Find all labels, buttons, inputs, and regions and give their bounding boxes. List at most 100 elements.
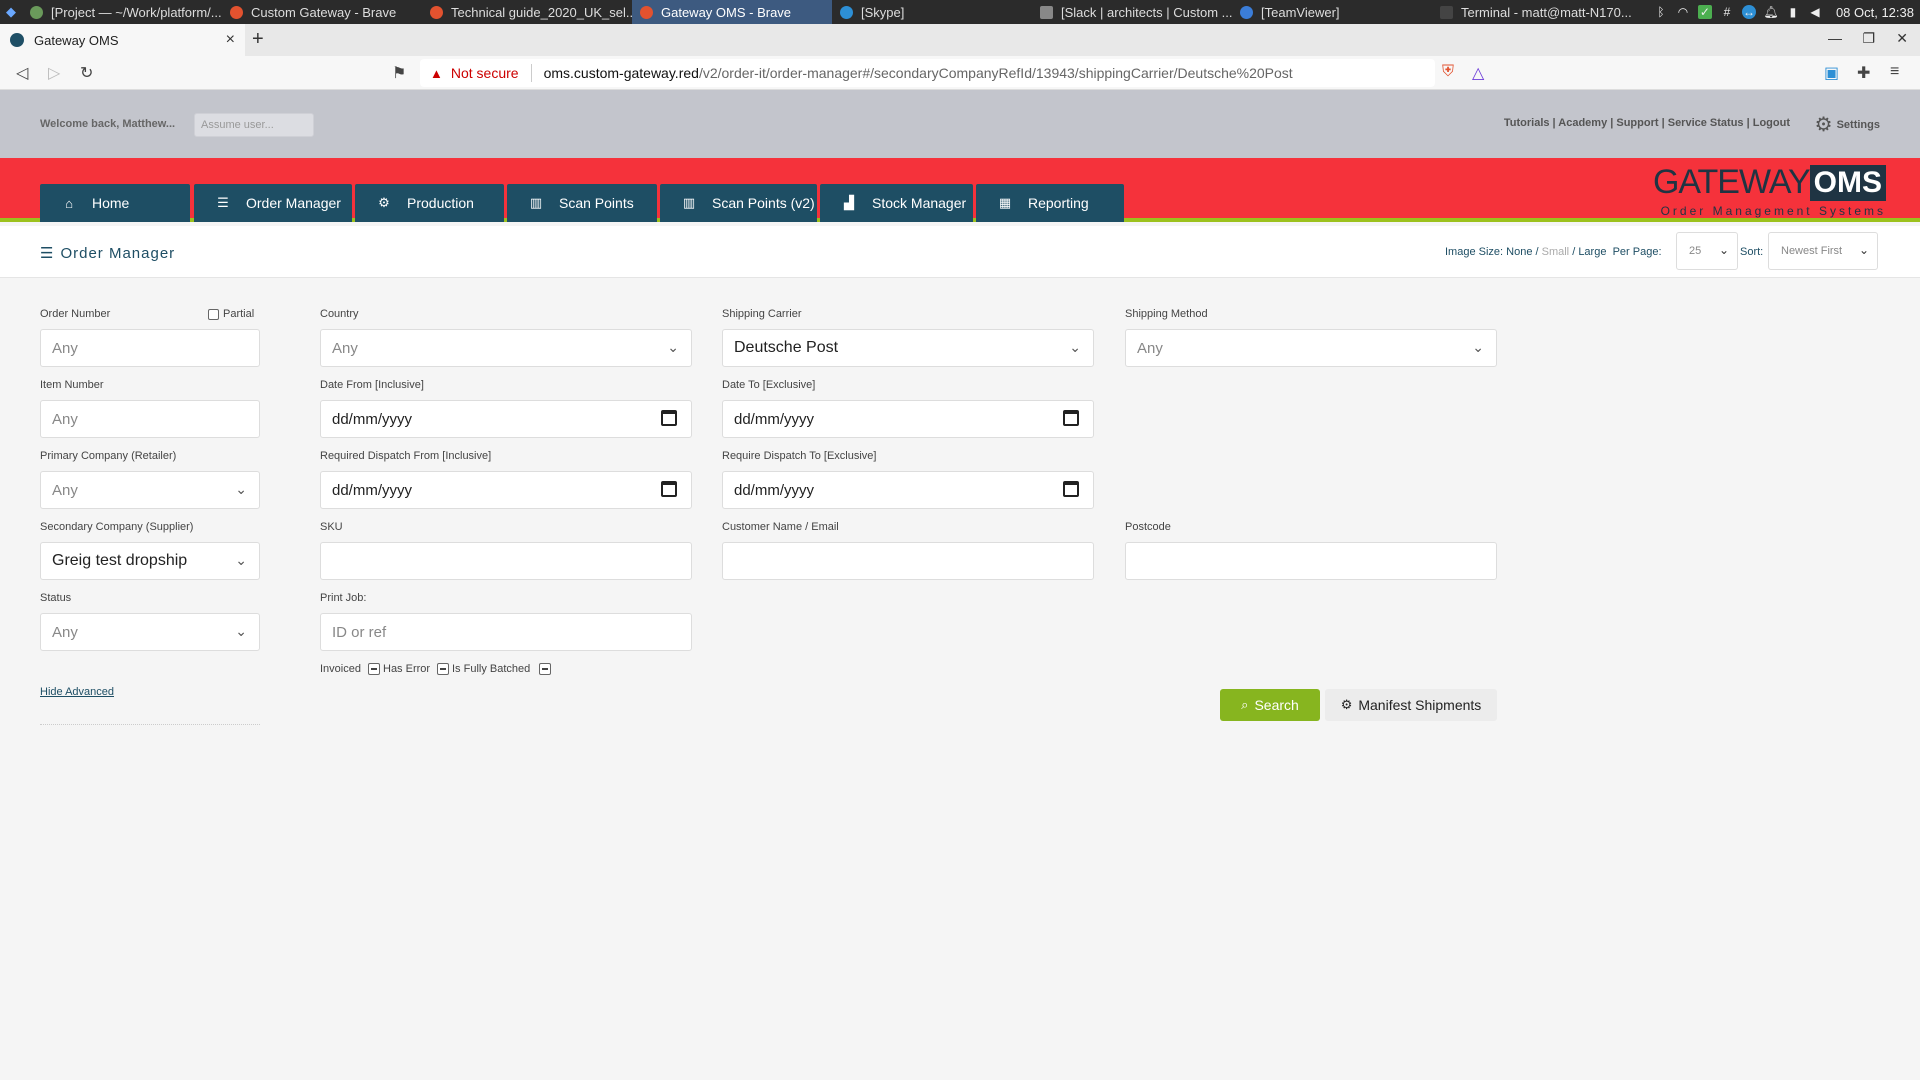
task-project[interactable]: [Project — ~/Work/platform/...: [22, 0, 222, 24]
calendar-icon[interactable]: [1063, 410, 1079, 426]
teamviewer-tray-icon[interactable]: ↔: [1741, 5, 1756, 19]
settings-button[interactable]: ⚙ Settings: [1815, 112, 1880, 137]
logo-oms-text: OMS: [1809, 164, 1886, 201]
primary-company-select[interactable]: Any ⌄: [40, 471, 260, 509]
secondary-company-value: Greig test dropship: [52, 552, 188, 569]
main-nav-band: ⌂ Home ☰ Order Manager ⚙ Production ▥ Scan P…: [0, 158, 1920, 222]
cogs-icon: ⚙: [1340, 697, 1353, 712]
order-number-input[interactable]: Any: [40, 329, 260, 367]
calendar-icon[interactable]: [661, 410, 677, 426]
hide-advanced-link[interactable]: Hide Advanced: [40, 686, 114, 698]
invoiced-checkbox[interactable]: [368, 663, 380, 675]
translate-icon[interactable]: ▣: [1824, 63, 1839, 83]
task-label: [Skype]: [861, 4, 905, 20]
nav-tab-scan-points-v2[interactable]: ▥ Scan Points (v2): [660, 184, 817, 222]
calendar-icon[interactable]: [661, 481, 677, 497]
calendar-icon[interactable]: [1063, 481, 1079, 497]
task-label: [TeamViewer]: [1261, 4, 1340, 20]
task-technical-guide[interactable]: Technical guide_2020_UK_sel...: [422, 0, 632, 24]
nav-tab-home[interactable]: ⌂ Home: [40, 184, 190, 222]
cogs-icon: ⚙: [378, 195, 390, 210]
nav-tab-reporting[interactable]: ▦ Reporting: [976, 184, 1124, 222]
shipping-method-select[interactable]: Any ⌄: [1125, 329, 1497, 367]
search-button[interactable]: ⌕ Search: [1220, 689, 1320, 721]
extensions-icon[interactable]: ✚: [1857, 63, 1870, 83]
close-window-icon[interactable]: ✕: [1896, 30, 1908, 47]
image-size-large[interactable]: Large: [1578, 246, 1606, 258]
has-error-checkbox[interactable]: [437, 663, 449, 675]
nav-tab-stock-manager[interactable]: ▟ Stock Manager: [820, 184, 973, 222]
close-tab-icon[interactable]: ×: [226, 31, 235, 49]
customer-input[interactable]: [722, 542, 1094, 580]
nav-tab-order-manager[interactable]: ☰ Order Manager: [194, 184, 352, 222]
req-dispatch-to-input[interactable]: dd/mm/yyyy: [722, 471, 1094, 509]
forward-icon[interactable]: ▷: [48, 63, 60, 83]
task-label: [Project — ~/Work/platform/...: [51, 4, 222, 20]
page-title-text: Order Manager: [60, 245, 176, 262]
sort-select[interactable]: Newest First ⌄: [1768, 232, 1878, 270]
task-label: [Slack | architects | Custom ...: [1061, 4, 1232, 20]
date-from-input[interactable]: dd/mm/yyyy: [320, 400, 692, 438]
task-custom-gateway[interactable]: Custom Gateway - Brave: [222, 0, 422, 24]
sku-input[interactable]: [320, 542, 692, 580]
task-skype[interactable]: [Skype]: [832, 0, 1032, 24]
shipping-carrier-label: Shipping Carrier: [722, 308, 802, 320]
clock[interactable]: 08 Oct, 12:38: [1836, 5, 1914, 20]
req-dispatch-from-placeholder: dd/mm/yyyy: [332, 481, 413, 499]
task-gateway-oms[interactable]: Gateway OMS - Brave: [632, 0, 832, 24]
print-job-input[interactable]: ID or ref: [320, 613, 692, 651]
image-size-control: Image Size: None / Small / Large Per Pag…: [1445, 246, 1662, 258]
shipping-carrier-select[interactable]: Deutsche Post ⌄: [722, 329, 1094, 367]
volume-icon[interactable]: ◀: [1808, 5, 1822, 19]
logo-gateway-text: GATEWAY: [1652, 163, 1811, 201]
per-page-select[interactable]: 25 ⌄: [1676, 232, 1738, 270]
teamviewer-icon: [1240, 5, 1253, 19]
manifest-shipments-button[interactable]: ⚙ Manifest Shipments: [1325, 689, 1497, 721]
wifi-icon[interactable]: ◠: [1676, 5, 1690, 19]
new-tab-icon[interactable]: +: [252, 28, 264, 51]
customer-label: Customer Name / Email: [722, 521, 839, 533]
date-from-label: Date From [Inclusive]: [320, 379, 424, 391]
top-links[interactable]: Tutorials | Academy | Support | Service …: [1504, 117, 1790, 129]
shipping-method-label: Shipping Method: [1125, 308, 1208, 320]
brave-rewards-icon[interactable]: △: [1472, 63, 1484, 83]
bookmark-icon[interactable]: ⚑: [392, 63, 406, 83]
item-number-input[interactable]: Any: [40, 400, 260, 438]
back-icon[interactable]: ◁: [16, 63, 28, 83]
bell-icon[interactable]: 🔔︎: [1763, 5, 1778, 19]
country-select[interactable]: Any ⌄: [320, 329, 692, 367]
nav-tab-label: Scan Points (v2): [712, 195, 815, 211]
gateway-oms-logo[interactable]: GATEWAY OMS Order Management Systems: [1653, 163, 1886, 218]
nav-tab-production[interactable]: ⚙ Production: [355, 184, 504, 222]
status-select[interactable]: Any ⌄: [40, 613, 260, 651]
menu-icon[interactable]: ≡: [1890, 63, 1899, 81]
assume-user-input[interactable]: Assume user...: [194, 113, 314, 137]
invoiced-label: Invoiced: [320, 663, 361, 675]
image-size-none[interactable]: None: [1506, 246, 1532, 258]
task-slack[interactable]: [Slack | architects | Custom ...: [1032, 0, 1232, 24]
partial-checkbox[interactable]: [208, 309, 219, 320]
req-dispatch-from-input[interactable]: dd/mm/yyyy: [320, 471, 692, 509]
check-icon[interactable]: ✓: [1697, 5, 1712, 19]
minimize-icon[interactable]: —: [1828, 30, 1842, 46]
manifest-button-label: Manifest Shipments: [1358, 697, 1482, 713]
reload-icon[interactable]: ↻: [80, 63, 93, 83]
browser-tab-gateway-oms[interactable]: Gateway OMS ×: [0, 24, 245, 56]
bluetooth-icon[interactable]: ᛒ: [1654, 5, 1668, 19]
secondary-company-select[interactable]: Greig test dropship ⌄: [40, 542, 260, 580]
image-size-small[interactable]: Small: [1542, 246, 1570, 258]
slack-tray-icon[interactable]: #: [1720, 5, 1734, 19]
skype-icon: [840, 5, 853, 19]
date-to-input[interactable]: dd/mm/yyyy: [722, 400, 1094, 438]
app-menu-icon[interactable]: ◆: [0, 0, 22, 24]
task-teamviewer[interactable]: [TeamViewer]: [1232, 0, 1432, 24]
nav-tab-scan-points[interactable]: ▥ Scan Points: [507, 184, 657, 222]
task-terminal[interactable]: Terminal - matt@matt-N170...: [1432, 0, 1662, 24]
url-field[interactable]: ▲ Not secure oms.custom-gateway.red/v2/o…: [420, 59, 1435, 87]
restore-icon[interactable]: ❐: [1862, 30, 1875, 47]
brave-shields-icon[interactable]: ⛨: [1442, 63, 1454, 81]
postcode-input[interactable]: [1125, 542, 1497, 580]
battery-icon[interactable]: ▮: [1786, 5, 1800, 19]
fully-batched-checkbox[interactable]: [539, 663, 551, 675]
divider: [40, 724, 260, 725]
